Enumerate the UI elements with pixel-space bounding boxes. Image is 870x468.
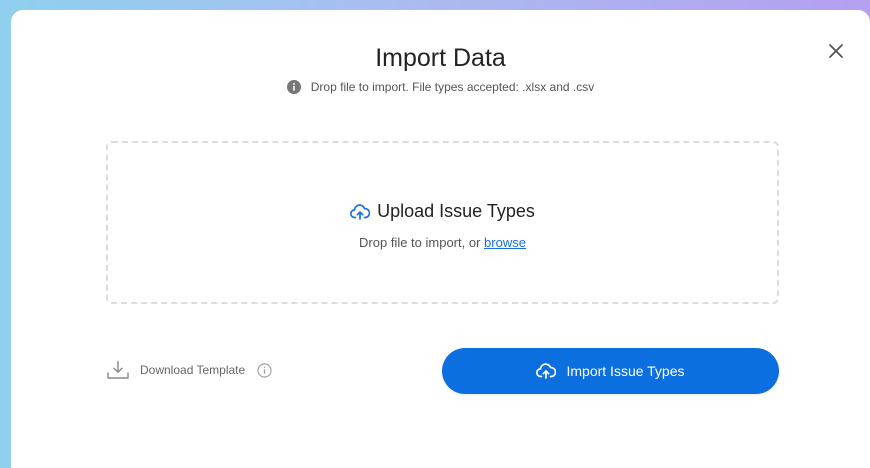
download-template-button[interactable]: Download Template <box>106 360 272 380</box>
modal-subtitle: Drop file to import. File types accepted… <box>11 80 870 94</box>
download-template-label: Download Template <box>140 363 246 377</box>
info-icon <box>286 80 301 94</box>
download-icon <box>107 360 129 379</box>
browse-link[interactable]: browse <box>484 235 526 250</box>
cloud-upload-icon <box>536 363 557 379</box>
import-issue-types-button[interactable]: Import Issue Types <box>442 348 779 394</box>
dropzone-heading: Upload Issue Types <box>108 201 777 222</box>
info-outline-icon[interactable] <box>257 362 272 378</box>
cloud-upload-icon <box>350 203 371 220</box>
subtitle-text: Drop file to import. File types accepted… <box>310 80 595 94</box>
modal-title: Import Data <box>375 44 506 72</box>
import-data-modal: Import Data Drop file to import. File ty… <box>11 10 870 468</box>
dropzone-prompt: Drop file to import, or browse <box>108 235 777 250</box>
dropzone-prompt-text: Drop file to import, or <box>359 235 481 250</box>
file-dropzone[interactable]: Upload Issue Types Drop file to import, … <box>106 141 779 304</box>
import-button-label: Import Issue Types <box>566 363 685 379</box>
dropzone-heading-text: Upload Issue Types <box>377 201 535 221</box>
